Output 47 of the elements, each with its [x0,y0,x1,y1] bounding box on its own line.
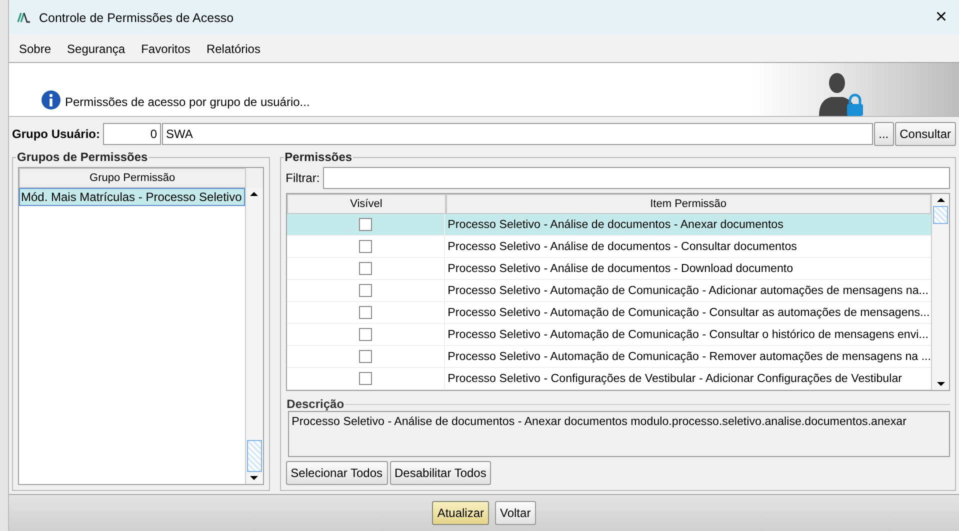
list-item[interactable]: Mód. Mais Matrículas - Processo Seletivo [19,188,245,206]
column-header[interactable]: Item Permissão [446,194,931,214]
window-title: Controle de Permissões de Acesso [39,10,235,24]
action-button[interactable]: Selecionar Todos [286,461,388,485]
checkbox[interactable] [358,372,372,385]
banner-message: Permissões de acesso por grupo de usuário... [65,95,310,110]
app-logo-icon [17,12,31,23]
browse-button[interactable]: ... [874,122,894,146]
group-title: Descrição [286,397,346,411]
footer-button[interactable]: Voltar [495,501,536,525]
table-row[interactable]: Processo Seletivo - Automação de Comunicação - Remover automações de mensagens na ... [286,346,931,368]
user-lock-icon [819,73,863,116]
column-header[interactable]: Visível [286,194,446,214]
checkbox[interactable] [358,240,372,253]
checkbox[interactable] [358,306,372,319]
footer-button[interactable]: Atualizar [432,501,489,525]
checkbox[interactable] [358,328,372,341]
description-box[interactable]: Processo Seletivo - Análise de documentos - Anexar documentos modulo.processo.seletivo.analise.documentos.anexar [288,411,950,457]
checkbox[interactable] [358,284,372,297]
checkbox[interactable] [358,350,372,363]
table-row[interactable]: Processo Seletivo - Análise de documentos - Anexar documentos [286,214,931,236]
field-label: Grupo Usuário: [12,127,102,141]
table-row[interactable]: Processo Seletivo - Configurações de Vestibular - Adicionar Configurações de Vestibular [286,368,931,390]
table-row[interactable]: Processo Seletivo - Automação de Comunicação - Consultar as automações de mensagens... [286,302,931,324]
scroll-thumb[interactable] [246,440,262,472]
field-label: Filtrar: [286,171,320,185]
table-row[interactable]: Processo Seletivo - Automação de Comunicação - Consultar o histórico de mensagens envi... [286,324,931,346]
checkbox[interactable] [358,262,372,275]
group-title: Grupos de Permissões [16,150,149,164]
menu-item[interactable]: Segurança [67,42,126,56]
code-field[interactable]: 0 [103,123,162,145]
menu-item[interactable]: Favoritos [141,42,190,56]
table-row[interactable]: Processo Seletivo - Automação de Comunicação - Adicionar automações de mensagens na... [286,280,931,302]
table-row[interactable]: Processo Seletivo - Análise de documentos - Download documento [286,258,931,280]
column-header[interactable]: Grupo Permissão [19,168,246,188]
table-row[interactable]: Processo Seletivo - Análise de documentos - Consultar documentos [286,236,931,258]
name-field[interactable]: SWA [162,123,873,145]
checkbox[interactable] [358,218,372,231]
filter-field[interactable] [322,167,950,189]
query-button[interactable]: Consultar [894,122,956,146]
menu-item[interactable]: Sobre [19,42,52,56]
menu-item[interactable]: Relatórios [206,42,260,56]
group-title: Permissões [284,150,354,164]
scroll-thumb[interactable] [933,206,948,224]
close-button[interactable]: × [931,6,951,30]
info-icon [41,90,61,110]
action-button[interactable]: Desabilitar Todos [390,461,492,485]
